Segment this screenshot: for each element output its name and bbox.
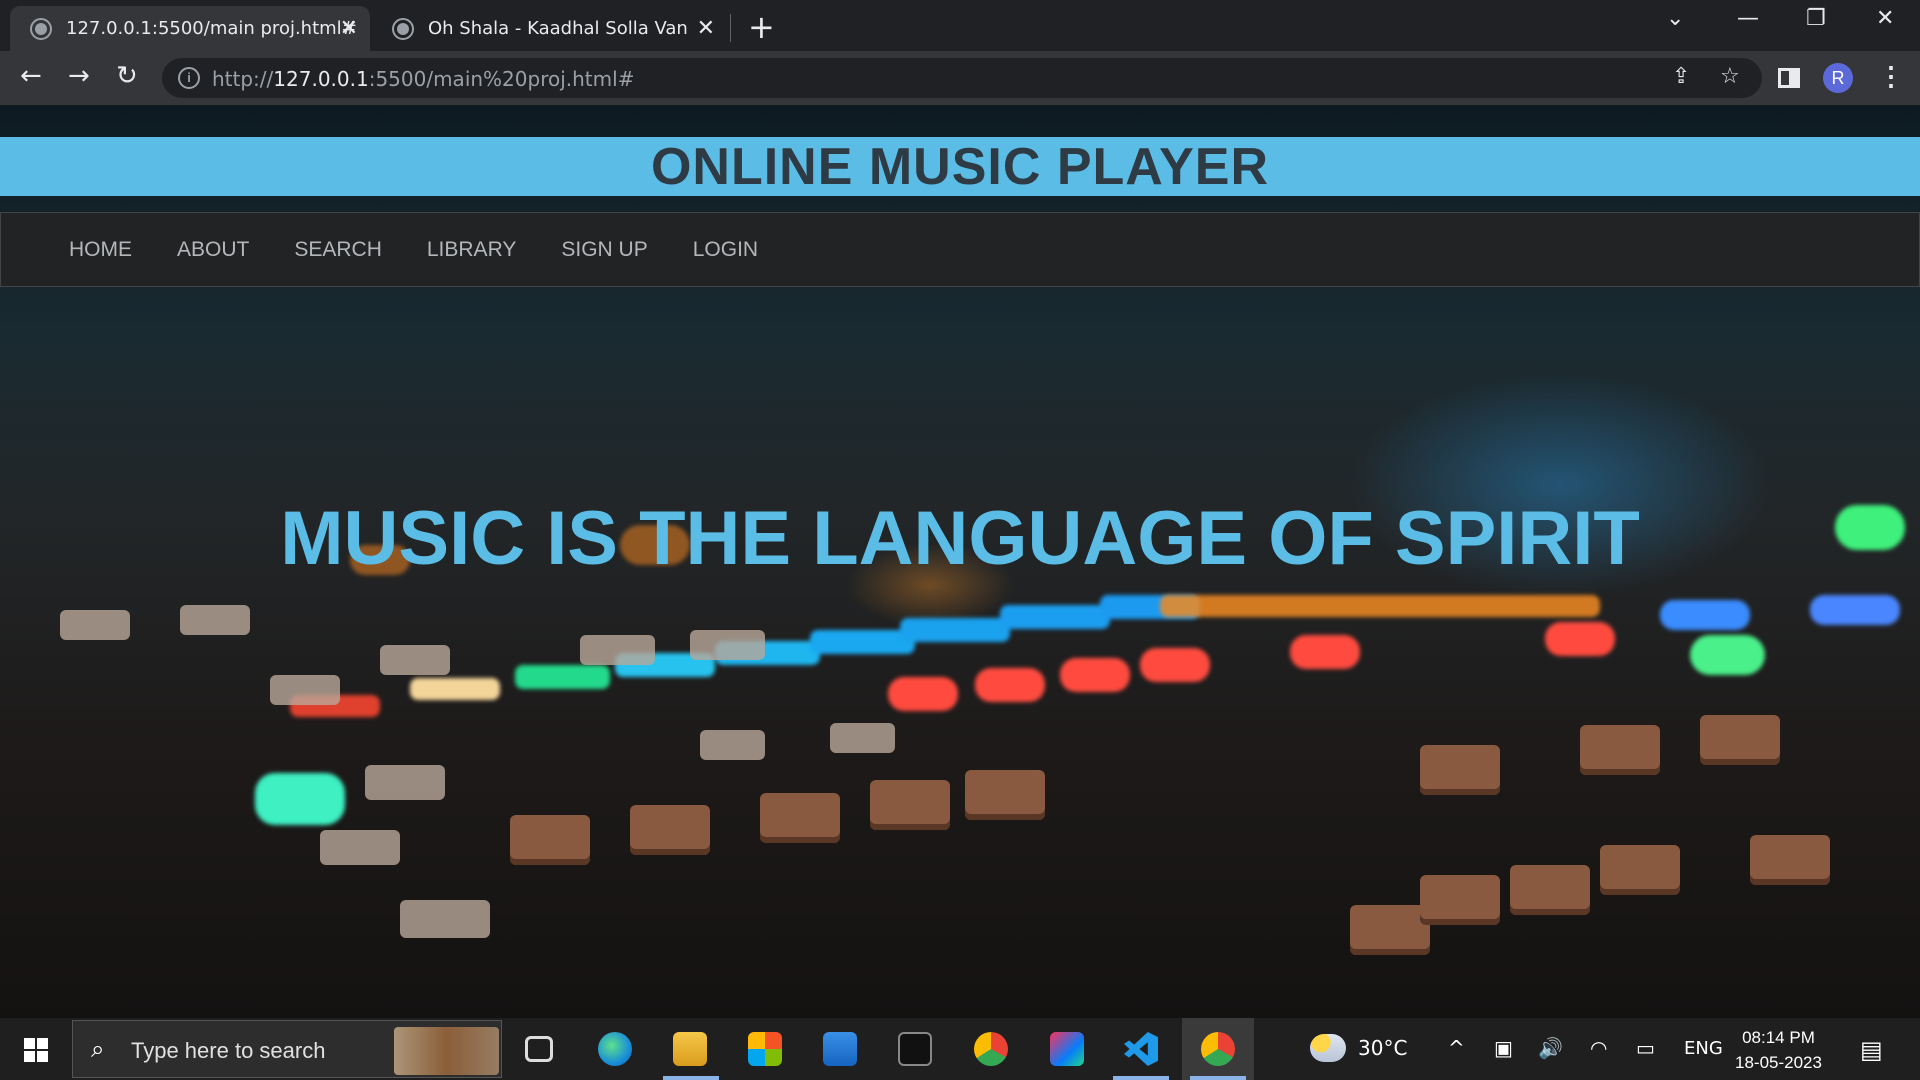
microsoft-store-icon[interactable] xyxy=(748,1032,782,1066)
profile-avatar[interactable]: R xyxy=(1823,63,1853,93)
hero-tagline: MUSIC IS THE LANGUAGE OF SPIRIT xyxy=(280,496,1640,581)
mail-icon[interactable] xyxy=(823,1032,857,1066)
weather-icon[interactable] xyxy=(1310,1034,1346,1062)
search-icon: ⌕ xyxy=(91,1035,105,1063)
clock-date: 18-05-2023 xyxy=(1735,1053,1822,1072)
tab-separator xyxy=(730,14,731,42)
page-viewport: ONLINE MUSIC PLAYER HOME ABOUT SEARCH LI… xyxy=(0,105,1920,1018)
wifi-icon[interactable]: ◠ xyxy=(1590,1036,1607,1060)
nav-library-link[interactable]: LIBRARY xyxy=(427,238,517,262)
new-tab-button[interactable]: + xyxy=(748,8,775,46)
taskbar-clock[interactable]: 08:14 PM 18-05-2023 xyxy=(1735,1025,1822,1075)
forward-button[interactable]: → xyxy=(68,61,90,91)
site-header: ONLINE MUSIC PLAYER xyxy=(0,137,1920,196)
tab-main-proj[interactable]: 127.0.0.1:5500/main proj.html# ✕ xyxy=(10,6,370,51)
taskbar-search-box[interactable]: ⌕ Type here to search xyxy=(72,1020,502,1078)
weather-temperature[interactable]: 30°C xyxy=(1358,1036,1407,1060)
reload-button[interactable]: ↻ xyxy=(116,61,138,91)
file-explorer-icon[interactable] xyxy=(673,1032,707,1066)
side-panel-icon[interactable] xyxy=(1778,68,1800,88)
chrome-icon[interactable] xyxy=(974,1032,1008,1066)
site-nav-bar: HOME ABOUT SEARCH LIBRARY SIGN UP LOGIN xyxy=(0,212,1920,287)
globe-icon xyxy=(392,17,414,40)
battery-icon[interactable]: ▭ xyxy=(1636,1036,1655,1060)
site-info-icon[interactable]: i xyxy=(178,67,200,89)
minimize-button[interactable]: — xyxy=(1737,6,1759,31)
search-placeholder: Type here to search xyxy=(131,1038,326,1063)
meet-now-icon[interactable]: ▣ xyxy=(1494,1036,1513,1060)
browser-tab-strip: 127.0.0.1:5500/main proj.html# ✕ Oh Shal… xyxy=(0,0,1920,51)
search-highlight-image xyxy=(394,1027,499,1075)
explorer-active-indicator xyxy=(663,1076,719,1080)
nav-signup-link[interactable]: SIGN UP xyxy=(561,238,647,262)
close-tab-icon[interactable]: ✕ xyxy=(697,16,715,41)
browser-menu-icon[interactable]: ⋮ xyxy=(1878,61,1904,92)
chrome-profile-icon xyxy=(1201,1032,1235,1066)
chrome-profile-taskbar-slot[interactable] xyxy=(1182,1018,1254,1080)
address-bar[interactable]: i http://127.0.0.1:5500/main%20proj.html… xyxy=(162,58,1762,98)
tab-search-icon[interactable]: ⌄ xyxy=(1666,6,1684,31)
browser-toolbar: ← → ↻ i http://127.0.0.1:5500/main%20pro… xyxy=(0,51,1920,105)
globe-icon xyxy=(30,17,52,40)
intellij-icon[interactable] xyxy=(1050,1032,1084,1066)
site-title: ONLINE MUSIC PLAYER xyxy=(650,137,1270,196)
vscode-icon[interactable] xyxy=(1124,1032,1158,1066)
vscode-active-indicator xyxy=(1113,1076,1169,1080)
url-text[interactable]: http://127.0.0.1:5500/main%20proj.html# xyxy=(212,67,634,91)
nav-login-link[interactable]: LOGIN xyxy=(693,238,758,262)
volume-icon[interactable]: 🔊 xyxy=(1538,1036,1563,1060)
notification-center-icon[interactable]: ▤ xyxy=(1860,1036,1883,1064)
nav-about-link[interactable]: ABOUT xyxy=(177,238,249,262)
close-tab-icon[interactable]: ✕ xyxy=(340,16,358,41)
close-window-button[interactable]: ✕ xyxy=(1876,6,1894,31)
nav-search-link[interactable]: SEARCH xyxy=(294,238,382,262)
back-button[interactable]: ← xyxy=(20,61,42,91)
language-indicator[interactable]: ENG xyxy=(1684,1038,1723,1059)
nav-home-link[interactable]: HOME xyxy=(69,238,132,262)
restore-button[interactable]: ❐ xyxy=(1806,6,1826,31)
task-view-icon[interactable] xyxy=(525,1036,553,1062)
tab-oh-shala[interactable]: Oh Shala - Kaadhal Solla Vandhe ✕ xyxy=(372,6,727,51)
share-icon[interactable]: ⇪ xyxy=(1672,64,1690,89)
chrome-active-indicator xyxy=(1190,1076,1246,1080)
clock-time: 08:14 PM xyxy=(1742,1028,1815,1047)
tab-title: Oh Shala - Kaadhal Solla Vandhe xyxy=(428,18,688,39)
edge-icon[interactable] xyxy=(598,1032,632,1066)
start-button[interactable] xyxy=(24,1038,48,1062)
tray-chevron-icon[interactable]: ^ xyxy=(1448,1036,1465,1060)
tab-title: 127.0.0.1:5500/main proj.html# xyxy=(66,18,357,39)
terminal-icon[interactable] xyxy=(898,1032,932,1066)
bookmark-star-icon[interactable]: ☆ xyxy=(1720,64,1740,89)
windows-taskbar: ⌕ Type here to search 30°C ^ ▣ 🔊 ◠ ▭ ENG… xyxy=(0,1018,1920,1080)
